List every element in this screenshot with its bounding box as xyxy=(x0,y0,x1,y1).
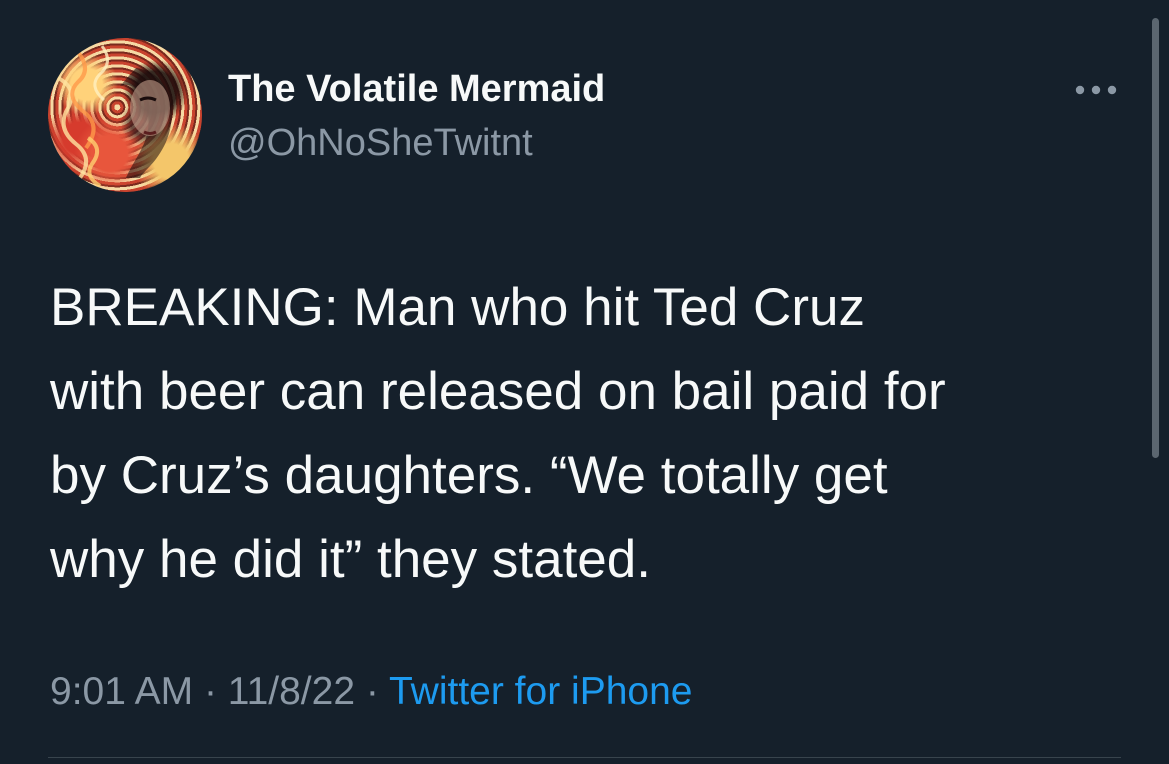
meta-separator: · xyxy=(365,670,379,713)
avatar-portrait-icon xyxy=(57,45,172,188)
tweet-time[interactable]: 9:01 AM xyxy=(50,670,193,713)
author-handle[interactable]: @OhNoSheTwitnt xyxy=(228,122,533,165)
divider xyxy=(48,757,1121,758)
tweet-source-link[interactable]: Twitter for iPhone xyxy=(389,670,692,713)
more-options-button[interactable] xyxy=(1068,76,1124,104)
more-horizontal-icon xyxy=(1075,85,1117,95)
scrollbar[interactable] xyxy=(1152,18,1159,458)
tweet: The Volatile Mermaid @OhNoSheTwitnt BREA… xyxy=(0,0,1169,764)
author-display-name[interactable]: The Volatile Mermaid xyxy=(228,68,605,111)
tweet-metadata: 9:01 AM · 11/8/22 · Twitter for iPhone xyxy=(50,670,692,714)
meta-separator: · xyxy=(203,670,217,713)
avatar[interactable] xyxy=(48,38,202,192)
tweet-date[interactable]: 11/8/22 xyxy=(228,670,355,713)
tweet-text: BREAKING: Man who hit Ted Cruz with beer… xyxy=(50,278,946,589)
